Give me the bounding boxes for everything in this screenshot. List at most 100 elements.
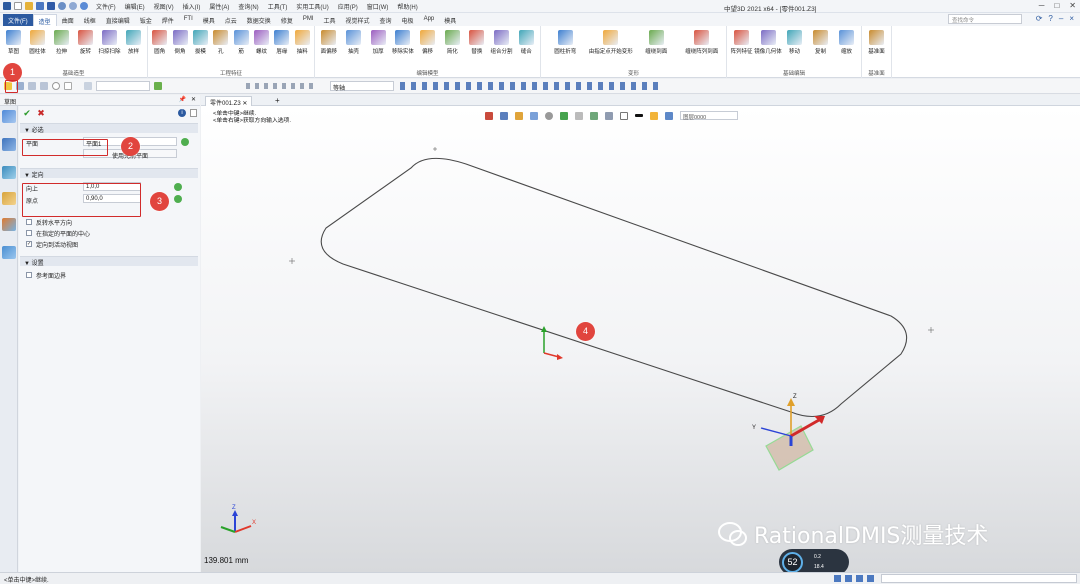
ribbon-tab-15[interactable]: 查询 [375, 14, 397, 26]
sketch-tab-icon[interactable] [2, 110, 16, 123]
history-icon[interactable] [154, 82, 162, 90]
ribbon-tab-16[interactable]: 电极 [397, 14, 419, 26]
confirm-icon[interactable]: ✔ [22, 108, 32, 118]
ribbon-tab-8[interactable]: 模具 [198, 14, 220, 26]
ribbon-button-2-1[interactable]: 抽壳 [342, 28, 366, 55]
maximize-icon[interactable]: □ [1054, 1, 1059, 10]
menu-item-1[interactable]: 编辑(E) [125, 2, 145, 11]
ribbon-button-5-0[interactable]: 基准面 [864, 28, 889, 55]
ribbon-button-1-7[interactable]: 抽料 [293, 28, 312, 55]
panel-close-icon[interactable]: ✕ [191, 96, 196, 103]
info-icon[interactable]: i [178, 109, 186, 117]
ribbon-button-3-3[interactable]: 缠绕阵列到面 [680, 28, 725, 55]
ribbon-tab-3[interactable]: 线框 [79, 14, 101, 26]
ribbon-button-2-8[interactable]: 缝合 [514, 28, 538, 55]
ribbon-tab-9[interactable]: 点云 [220, 14, 242, 26]
layers-tab-icon[interactable] [2, 166, 16, 179]
sketch-canvas[interactable]: Y Z Z X [201, 106, 1080, 572]
new-file-icon[interactable] [14, 2, 22, 10]
ribbon-tab-17[interactable]: App [419, 14, 440, 26]
section-settings[interactable]: ▼ 设置 [20, 256, 198, 267]
sketch-origin-triad[interactable] [541, 326, 563, 360]
close-doc-icon[interactable]: × [1069, 14, 1074, 23]
ribbon-tab-13[interactable]: 工具 [319, 14, 341, 26]
pin-icon[interactable]: 📌 [179, 96, 186, 103]
save-icon[interactable] [36, 2, 44, 10]
menu-item-7[interactable]: 实用工具(U) [296, 2, 328, 11]
ribbon-button-4-3[interactable]: 复制 [808, 28, 833, 55]
properties-tab-icon[interactable] [2, 192, 16, 205]
ribbon-button-3-0[interactable]: 圆柱折弯 [543, 28, 588, 55]
section-orient[interactable]: ▼ 定向 [20, 168, 198, 179]
center-plane-checkbox[interactable] [26, 230, 32, 236]
app-logo-icon[interactable] [3, 2, 11, 10]
filter-select[interactable] [96, 81, 150, 91]
ribbon-tab-12[interactable]: PMI [298, 14, 319, 26]
ribbon-button-1-4[interactable]: 筋 [232, 28, 251, 55]
new-tab-icon[interactable]: + [275, 96, 280, 105]
plane-pick-icon[interactable] [181, 138, 189, 146]
menu-item-4[interactable]: 属性(A) [209, 2, 229, 11]
menu-item-0[interactable]: 文件(F) [96, 2, 116, 11]
ribbon-button-0-1[interactable]: 圆柱体 [26, 28, 49, 55]
ribbon-tab-7[interactable]: FTI [179, 14, 198, 26]
pick-icon[interactable] [28, 82, 36, 90]
render-tab-icon[interactable] [2, 218, 16, 231]
origin-pick-icon[interactable] [174, 195, 182, 203]
ribbon-button-3-2[interactable]: 缠绕到面 [634, 28, 679, 55]
ribbon-button-0-2[interactable]: 拉伸 [50, 28, 73, 55]
input-icon[interactable] [64, 82, 72, 90]
orient-active-view-checkbox[interactable]: ✓ [26, 241, 32, 247]
pin-page-icon[interactable] [190, 109, 197, 117]
undo-icon[interactable] [58, 2, 66, 10]
ribbon-button-4-0[interactable]: 阵列特征 [729, 28, 754, 55]
close-icon[interactable]: ✕ [1069, 1, 1076, 10]
open-file-icon[interactable] [25, 2, 33, 10]
ribbon-button-4-1[interactable]: 镜像几何体 [754, 28, 782, 55]
save-all-icon[interactable] [47, 2, 55, 10]
menu-item-6[interactable]: 工具(T) [268, 2, 288, 11]
document-tab[interactable]: 零件001.Z3 ✕ [205, 96, 253, 107]
reverse-horizontal-checkbox[interactable] [26, 219, 32, 225]
toggle-icon[interactable] [40, 82, 48, 90]
refresh-icon[interactable] [80, 2, 88, 10]
refresh-icon[interactable]: ⟳ [1036, 14, 1043, 23]
ribbon-tab-18[interactable]: 模具 [439, 14, 461, 26]
ribbon-tab-1[interactable]: 造型 [32, 14, 57, 26]
ribbon-button-0-5[interactable]: 放样 [122, 28, 145, 55]
history-tab-icon[interactable] [2, 138, 16, 151]
ribbon-button-0-3[interactable]: 旋转 [74, 28, 97, 55]
ribbon-button-4-4[interactable]: 缩放 [834, 28, 859, 55]
ribbon-button-0-0[interactable]: 草图 [2, 28, 25, 55]
ribbon-tab-6[interactable]: 焊件 [157, 14, 179, 26]
user-tab-icon[interactable] [2, 246, 16, 259]
menu-item-9[interactable]: 窗口(W) [367, 2, 389, 11]
ribbon-tab-10[interactable]: 数据交换 [242, 14, 276, 26]
coordinate-system-manipulator[interactable]: Y Z [752, 394, 825, 471]
menu-item-10[interactable]: 帮助(H) [397, 2, 417, 11]
ribbon-button-1-3[interactable]: 孔 [211, 28, 230, 55]
ribbon-tab-2[interactable]: 曲面 [57, 14, 79, 26]
ribbon-button-1-6[interactable]: 唇缘 [272, 28, 291, 55]
menu-item-2[interactable]: 视图(V) [154, 2, 174, 11]
list-icon[interactable] [84, 82, 92, 90]
ribbon-button-1-1[interactable]: 倒角 [170, 28, 189, 55]
ref-boundary-checkbox[interactable] [26, 272, 32, 278]
ribbon-button-1-2[interactable]: 拔模 [191, 28, 210, 55]
menu-item-3[interactable]: 插入(I) [183, 2, 201, 11]
status-input[interactable] [881, 574, 1077, 583]
ribbon-tab-11[interactable]: 修复 [276, 14, 298, 26]
3d-viewport[interactable]: <单击中键>继续. <单击右键>获取方向输入选项. 图层0000 Y Z Z X… [201, 106, 1080, 575]
ribbon-tab-14[interactable]: 视觉样式 [341, 14, 375, 26]
view-select[interactable]: 等轴 [330, 81, 394, 92]
cancel-icon[interactable]: ✖ [36, 108, 46, 118]
help-icon[interactable]: ? [1048, 14, 1052, 23]
ribbon-button-2-3[interactable]: 移除实体 [391, 28, 415, 55]
ribbon-button-4-2[interactable]: 移动 [782, 28, 807, 55]
minimize-ribbon-icon[interactable]: ‒ [1059, 14, 1063, 23]
ribbon-button-2-7[interactable]: 组合分割 [490, 28, 514, 55]
ribbon-tab-4[interactable]: 直接编辑 [101, 14, 135, 26]
ribbon-button-0-4[interactable]: 扫掠扫除 [98, 28, 121, 55]
minimize-icon[interactable]: ─ [1039, 1, 1045, 10]
ribbon-tab-5[interactable]: 钣金 [135, 14, 157, 26]
